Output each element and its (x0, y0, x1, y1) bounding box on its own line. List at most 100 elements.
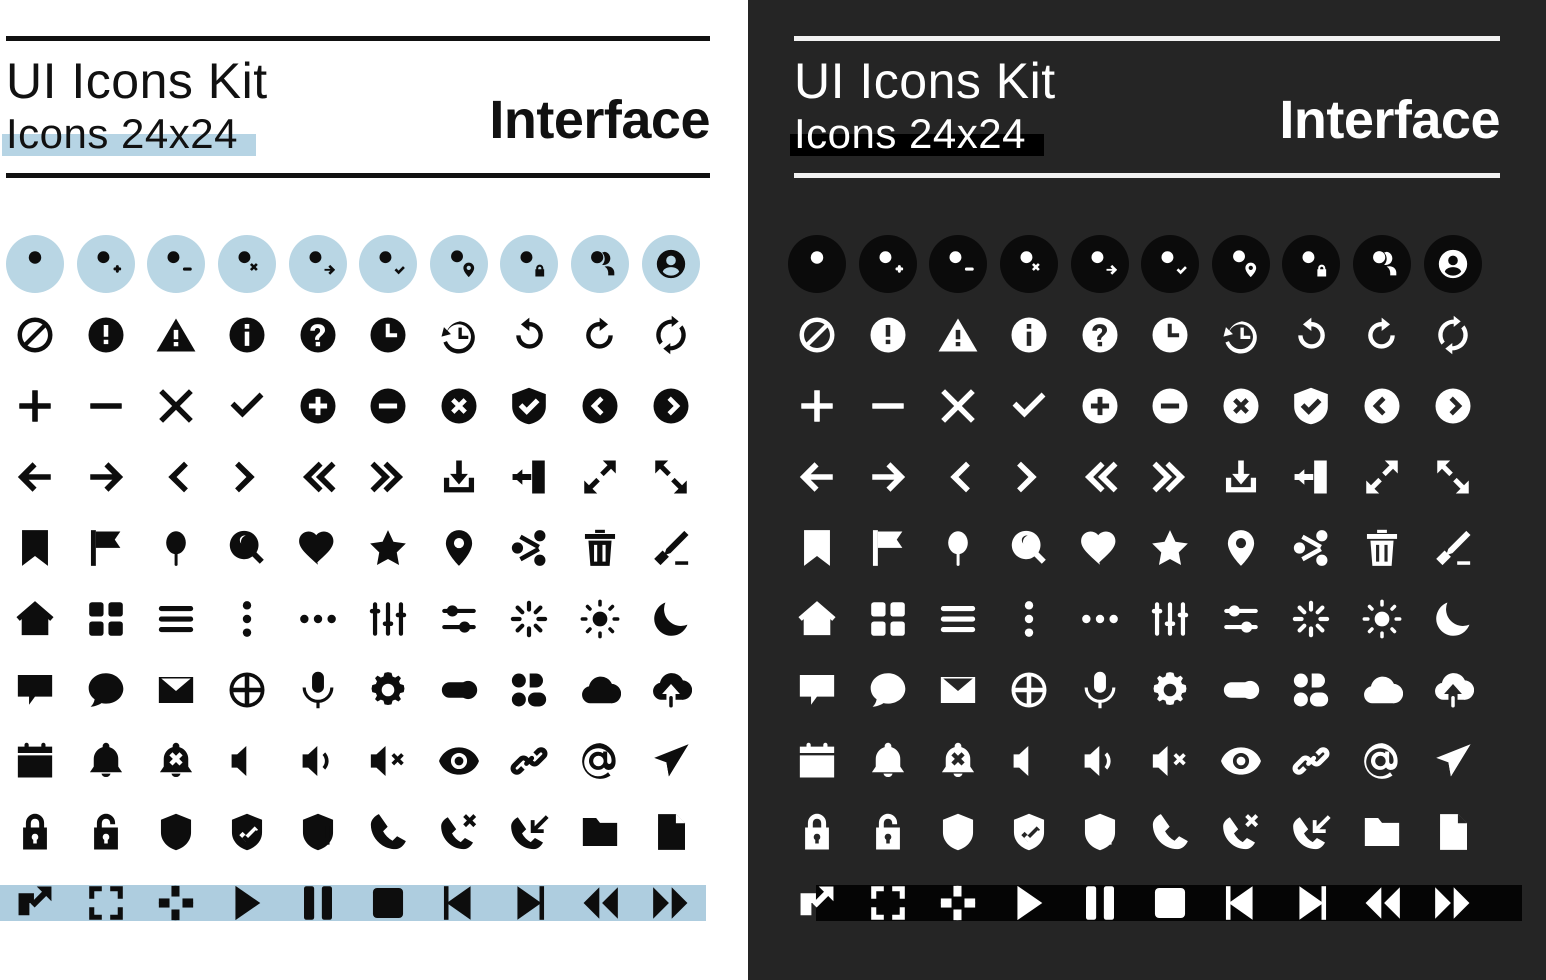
chevrons-right-icon[interactable] (367, 456, 409, 498)
icon-cell[interactable] (782, 583, 853, 654)
icon-cell[interactable] (565, 370, 636, 441)
icon-cell[interactable] (494, 796, 565, 867)
map-pin-icon[interactable] (438, 527, 480, 569)
icon-cell[interactable] (1206, 583, 1277, 654)
icon-cell[interactable] (1417, 370, 1488, 441)
icon-cell[interactable] (282, 299, 353, 370)
icon-cell[interactable] (565, 583, 636, 654)
minimize-icon[interactable] (937, 882, 979, 924)
cloud-upload-icon[interactable] (650, 669, 692, 711)
icon-cell[interactable] (923, 583, 994, 654)
icon-cell[interactable] (1276, 654, 1347, 725)
icon-cell[interactable] (1135, 441, 1206, 512)
icon-cell[interactable] (782, 867, 853, 938)
icon-cell[interactable] (282, 512, 353, 583)
arrow-left-icon[interactable] (796, 456, 838, 498)
chevrons-left-icon[interactable] (1079, 456, 1121, 498)
sliders-horizontal-icon[interactable] (438, 598, 480, 640)
icon-cell[interactable] (1206, 370, 1277, 441)
edit-icon[interactable] (650, 527, 692, 569)
play-icon[interactable] (226, 882, 268, 924)
skip-back-icon[interactable] (438, 882, 480, 924)
chevron-left-icon[interactable] (155, 456, 197, 498)
icon-cell[interactable] (212, 370, 283, 441)
clock-history-icon[interactable] (1220, 314, 1262, 356)
message-square-icon[interactable] (796, 669, 838, 711)
minus-circle-icon[interactable] (367, 385, 409, 427)
icon-cell[interactable] (1135, 299, 1206, 370)
phone-incoming-icon[interactable] (508, 811, 550, 853)
chevron-right-circle-icon[interactable] (650, 385, 692, 427)
logout-icon[interactable] (508, 456, 550, 498)
map-pin-icon[interactable] (1220, 527, 1262, 569)
plus-icon[interactable] (14, 385, 56, 427)
icon-cell[interactable] (853, 299, 924, 370)
icon-cell[interactable] (565, 654, 636, 725)
icon-cell[interactable] (1206, 867, 1277, 938)
icon-cell[interactable] (994, 299, 1065, 370)
download-icon[interactable] (438, 456, 480, 498)
play-icon[interactable] (1008, 882, 1050, 924)
icon-cell[interactable] (1064, 441, 1135, 512)
icon-cell[interactable] (1064, 370, 1135, 441)
volume-x-icon[interactable] (1149, 740, 1191, 782)
icon-cell[interactable] (1417, 725, 1488, 796)
icon-cell[interactable] (853, 654, 924, 725)
rewind-icon[interactable] (1361, 882, 1403, 924)
fullscreen-icon[interactable] (867, 882, 909, 924)
icon-cell[interactable] (1206, 725, 1277, 796)
layout-blocks-icon[interactable] (1290, 669, 1332, 711)
share-icon[interactable] (1290, 527, 1332, 569)
edit-icon[interactable] (1432, 527, 1474, 569)
icon-cell[interactable] (282, 654, 353, 725)
icon-cell[interactable] (1347, 512, 1418, 583)
icon-cell[interactable] (424, 299, 495, 370)
icon-cell[interactable] (565, 441, 636, 512)
icon-cell[interactable]: M10 13c-3.4 0-6.1 1.9-6.1 4.4V20h12.2v-2… (565, 228, 636, 299)
pause-icon[interactable] (297, 882, 339, 924)
icon-cell[interactable] (782, 299, 853, 370)
icon-cell[interactable] (494, 654, 565, 725)
icon-cell[interactable] (1417, 228, 1488, 299)
users-icon-chip[interactable]: M10 13c-3.4 0-6.1 1.9-6.1 4.4V20h12.2v-2… (1353, 234, 1412, 293)
icon-cell[interactable] (782, 441, 853, 512)
moon-icon[interactable] (650, 598, 692, 640)
icon-cell[interactable] (0, 512, 71, 583)
icon-cell[interactable] (1064, 583, 1135, 654)
icon-cell[interactable] (923, 299, 994, 370)
icon-cell[interactable]: M10.2 13.4c-3.3 0-5.9 1.9-5.9 4.3V20h11.… (1064, 228, 1135, 299)
skip-forward-icon[interactable] (1290, 882, 1332, 924)
link-icon[interactable] (508, 740, 550, 782)
folder-icon[interactable] (1361, 811, 1403, 853)
icon-cell[interactable] (212, 299, 283, 370)
more-horizontal-icon[interactable] (1079, 598, 1121, 640)
icon-cell[interactable] (1347, 299, 1418, 370)
expand-icon[interactable] (579, 456, 621, 498)
lock-icon[interactable] (796, 811, 838, 853)
sliders-vertical-icon[interactable] (1149, 598, 1191, 640)
file-icon[interactable] (650, 811, 692, 853)
icon-cell[interactable] (923, 867, 994, 938)
icon-cell[interactable] (353, 441, 424, 512)
icon-cell[interactable] (1347, 867, 1418, 938)
user-remove-icon-chip[interactable]: M10.2 13.4c-3.3 0-5.9 1.9-5.9 4.3V20h11.… (147, 234, 206, 293)
icon-cell[interactable] (635, 867, 706, 938)
icon-cell[interactable]: M12 13.2c-3.6 0-6.5 2-6.5 4.6V20h13v-2.2… (782, 228, 853, 299)
icon-cell[interactable] (1206, 796, 1277, 867)
icon-cell[interactable] (1206, 299, 1277, 370)
icon-cell[interactable]: M10.2 13.4c-3.3 0-5.9 1.9-5.9 4.3V20h11.… (994, 228, 1065, 299)
icon-cell[interactable] (565, 867, 636, 938)
phone-icon[interactable] (1149, 811, 1191, 853)
icon-cell[interactable] (424, 654, 495, 725)
send-icon[interactable] (650, 740, 692, 782)
icon-cell[interactable] (853, 441, 924, 512)
icon-cell[interactable] (782, 725, 853, 796)
icon-cell[interactable] (1135, 796, 1206, 867)
icon-cell[interactable] (212, 654, 283, 725)
icon-cell[interactable] (853, 867, 924, 938)
heart-icon[interactable] (1079, 527, 1121, 569)
x-icon[interactable] (937, 385, 979, 427)
refresh-icon[interactable] (1432, 314, 1474, 356)
fullscreen-icon[interactable] (85, 882, 127, 924)
icon-cell[interactable] (424, 867, 495, 938)
